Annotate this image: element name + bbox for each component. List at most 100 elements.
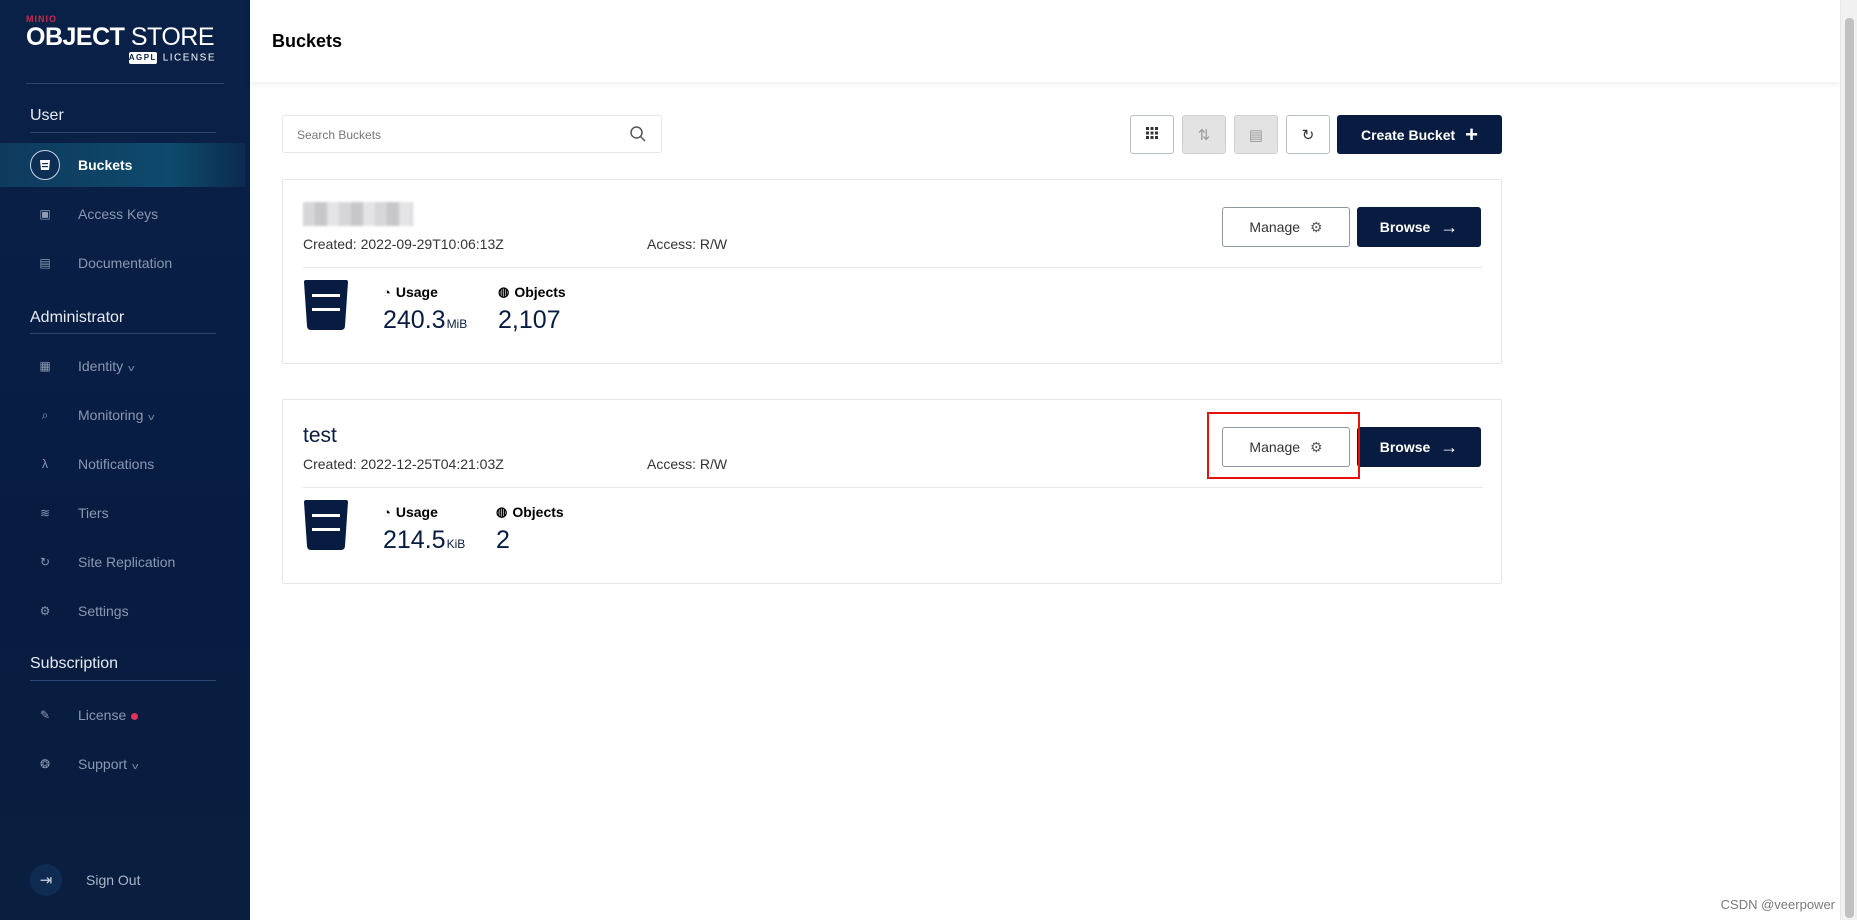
watermark: CSDN @veerpower <box>1720 897 1835 912</box>
create-bucket-button[interactable]: Create Bucket + <box>1337 115 1502 154</box>
objects-value: 2,107 <box>498 306 561 334</box>
objects-icon: ◍ <box>496 504 508 519</box>
gear-icon: ⚙ <box>39 604 51 618</box>
bucket-name-redacted[interactable] <box>303 202 413 226</box>
logo-title: OBJECT STORE <box>26 23 215 51</box>
sidebar-item-buckets[interactable]: Buckets <box>0 143 245 187</box>
usage-stat: ◔ Usage 214.5KiB <box>383 504 465 559</box>
usage-value: 240.3 <box>383 306 446 334</box>
sidebar: MINIO OBJECT STORE AGPL LICENSE User Buck… <box>0 0 250 920</box>
sidebar-item-label: Buckets <box>78 157 133 173</box>
sidebar-item-site-replication[interactable]: ↻ Site Replication <box>0 540 245 584</box>
sidebar-item-label: Site Replication <box>78 554 176 570</box>
select-multiple-button[interactable] <box>1130 115 1174 154</box>
sidebar-item-label: Monitoring <box>78 407 144 423</box>
objects-label: Objects <box>512 504 564 520</box>
objects-value: 2 <box>496 526 510 554</box>
objects-icon: ◍ <box>498 284 510 299</box>
usage-label: Usage <box>395 504 438 520</box>
page-header: Buckets <box>250 0 1840 82</box>
bucket-icon <box>304 500 348 550</box>
document-icon: ▤ <box>39 256 51 270</box>
section-divider <box>30 680 216 681</box>
chevron-down-icon[interactable]: v <box>128 363 134 373</box>
browse-button[interactable]: Browse → <box>1357 207 1481 247</box>
sidebar-item-tiers[interactable]: ≋ Tiers <box>0 491 245 535</box>
layers-icon: ≋ <box>39 506 51 520</box>
search-icon[interactable] <box>629 125 647 143</box>
sidebar-item-label: Support <box>78 756 128 772</box>
bucket-created: Created: 2022-12-25T04:21:03Z <box>303 456 504 472</box>
sidebar-item-identity[interactable]: ▦ Identity v <box>0 344 245 388</box>
create-bucket-label: Create Bucket <box>1360 126 1456 143</box>
vertical-scrollbar[interactable] <box>1840 0 1857 920</box>
bucket-icon <box>304 280 348 330</box>
chevron-down-icon[interactable]: v <box>148 412 154 422</box>
objects-stat: ◍ Objects 2,107 <box>498 284 566 335</box>
section-user: User <box>30 107 64 124</box>
sign-out-icon: ⇥ <box>30 864 62 896</box>
bucket-name[interactable]: test <box>303 424 337 448</box>
logo-license: AGPL LICENSE <box>128 52 216 64</box>
sign-out-label: Sign Out <box>86 872 141 888</box>
sidebar-item-label: Settings <box>78 603 129 619</box>
objects-stat: ◍ Objects 2 <box>496 504 564 555</box>
page-title: Buckets <box>272 31 343 51</box>
notification-dot <box>131 712 139 720</box>
lifecycle-icon: ▤ <box>1248 126 1264 144</box>
usage-stat: ◔ Usage 240.3MiB <box>383 284 467 339</box>
section-divider <box>30 333 216 334</box>
sign-out-button[interactable]: ⇥ Sign Out <box>30 862 230 898</box>
sidebar-item-settings[interactable]: ⚙ Settings <box>0 589 245 633</box>
set-lifecycle-button[interactable]: ▤ <box>1234 115 1278 154</box>
section-divider <box>30 132 216 133</box>
card-divider <box>303 267 1483 268</box>
key-icon: ▣ <box>39 207 51 221</box>
support-icon: ❂ <box>39 757 51 771</box>
bucket-access: Access: R/W <box>647 456 728 472</box>
card-divider <box>303 487 1483 488</box>
sidebar-item-label: Documentation <box>78 255 173 271</box>
browse-label: Browse <box>1379 219 1431 235</box>
browse-button[interactable]: Browse → <box>1357 427 1481 467</box>
sidebar-item-support[interactable]: ❂ Support v <box>0 742 245 786</box>
manage-button[interactable]: Manage ⚙ <box>1222 427 1350 467</box>
pie-chart-icon: ◔ <box>383 504 391 520</box>
minio-logo[interactable]: MINIO OBJECT STORE AGPL LICENSE <box>26 14 216 70</box>
manage-button[interactable]: Manage ⚙ <box>1222 207 1350 247</box>
section-subscription: Subscription <box>30 655 119 672</box>
sidebar-item-label: Notifications <box>78 456 155 472</box>
scrollbar-thumb[interactable] <box>1845 18 1854 918</box>
pie-chart-icon: ◔ <box>383 284 391 300</box>
manage-label: Manage <box>1249 439 1301 455</box>
refresh-button[interactable]: ↻ <box>1286 115 1330 154</box>
chevron-down-icon[interactable]: v <box>132 761 138 771</box>
sidebar-item-label: License <box>78 707 127 723</box>
usage-value: 214.5 <box>383 526 446 554</box>
section-administrator: Administrator <box>30 309 125 326</box>
plus-icon: + <box>1465 121 1478 147</box>
usage-unit: KiB <box>446 537 466 551</box>
sidebar-item-license[interactable]: ✎ License <box>0 693 245 737</box>
sidebar-item-access-keys[interactable]: ▣ Access Keys <box>0 192 245 236</box>
sidebar-item-monitoring[interactable]: ⌕ Monitoring v <box>0 393 245 437</box>
sidebar-item-documentation[interactable]: ▤ Documentation <box>0 241 245 285</box>
sidebar-item-notifications[interactable]: λ Notifications <box>0 442 245 486</box>
bucket-card: Created: 2022-09-29T10:06:13Z Access: R/… <box>282 179 1502 364</box>
usage-label: Usage <box>395 284 438 300</box>
bucket-access: Access: R/W <box>647 236 728 252</box>
gear-icon: ⚙ <box>1310 218 1323 235</box>
search-icon: ⌕ <box>41 407 49 422</box>
set-replication-button[interactable]: ⇅ <box>1182 115 1226 154</box>
search-input[interactable] <box>297 125 617 145</box>
search-box <box>282 115 662 153</box>
sidebar-divider <box>26 83 224 84</box>
browse-label: Browse <box>1379 439 1431 455</box>
objects-label: Objects <box>514 284 566 300</box>
sidebar-item-label: Access Keys <box>78 206 159 222</box>
bucket-icon <box>30 150 60 180</box>
sidebar-item-label: Identity <box>78 358 124 374</box>
arrow-right-icon: → <box>1440 437 1459 457</box>
sidebar-item-label: Tiers <box>78 505 109 521</box>
bucket-created: Created: 2022-09-29T10:06:13Z <box>303 236 504 252</box>
